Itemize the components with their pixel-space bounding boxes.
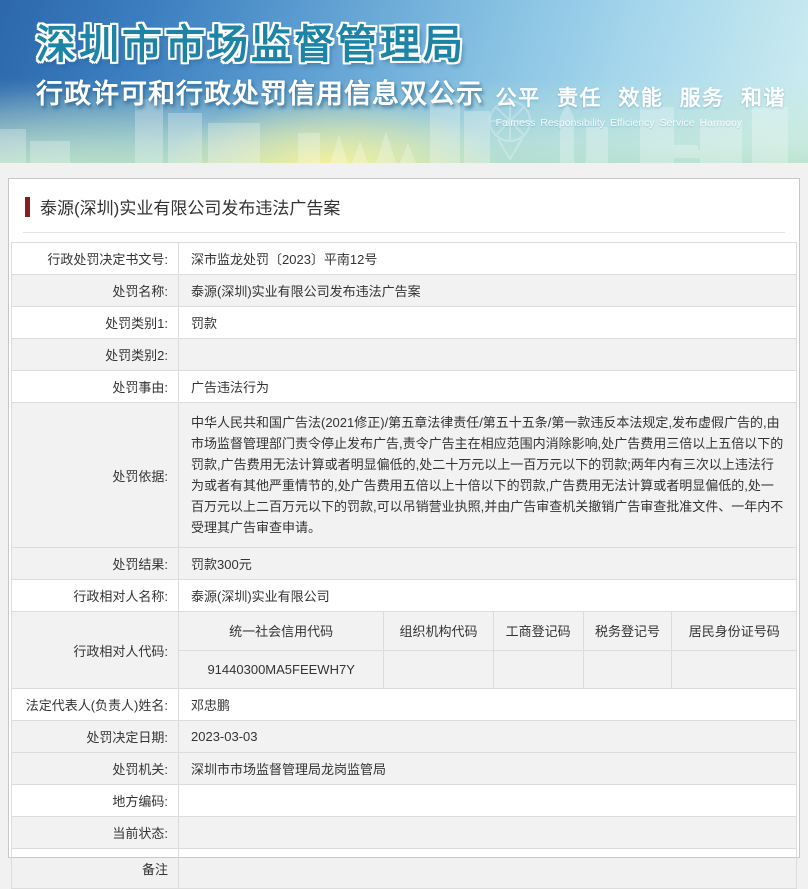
table-row-penalty-reason: 处罚事由: 广告违法行为 — [12, 371, 797, 403]
title-divider — [23, 232, 785, 233]
row-value: 中华人民共和国广告法(2021修正)/第五章法律责任/第五十五条/第一款违反本法… — [179, 403, 797, 548]
party-code-value-row: 91440300MA5FEEWH7Y — [179, 650, 796, 688]
party-code-cell: 统一社会信用代码 组织机构代码 工商登记码 税务登记号 居民身份证号码 9144… — [179, 612, 797, 689]
row-label: 当前状态: — [12, 817, 179, 849]
row-label: 行政处罚决定书文号: — [12, 243, 179, 275]
site-banner: 深圳市市场监督管理局 行政许可和行政处罚信用信息双公示 公平 责任 效能 服务 … — [0, 0, 808, 163]
row-label: 行政相对人代码: — [12, 612, 179, 689]
table-row-decision-date: 处罚决定日期: 2023-03-03 — [12, 721, 797, 753]
code-col-header: 工商登记码 — [493, 612, 583, 650]
table-row-current-status: 当前状态: — [12, 817, 797, 849]
table-row-party-name: 行政相对人名称: 泰源(深圳)实业有限公司 — [12, 580, 797, 612]
code-col-header: 居民身份证号码 — [672, 612, 796, 650]
party-code-header-row: 统一社会信用代码 组织机构代码 工商登记码 税务登记号 居民身份证号码 — [179, 612, 796, 650]
content-panel: 泰源(深圳)实业有限公司发布违法广告案 行政处罚决定书文号: 深市监龙处罚〔20… — [8, 178, 800, 858]
page-root: 深圳市市场监督管理局 行政许可和行政处罚信用信息双公示 公平 责任 效能 服务 … — [0, 0, 808, 858]
row-label: 处罚事由: — [12, 371, 179, 403]
row-label: 地方编码: — [12, 785, 179, 817]
row-label: 处罚机关: — [12, 753, 179, 785]
row-label: 处罚名称: — [12, 275, 179, 307]
case-title-block: 泰源(深圳)实业有限公司发布违法广告案 — [9, 179, 799, 232]
table-row-penalty-result: 处罚结果: 罚款300元 — [12, 548, 797, 580]
row-value — [179, 817, 797, 849]
code-col-value — [583, 650, 672, 688]
site-title: 深圳市市场监督管理局 — [36, 12, 466, 70]
row-value: 泰源(深圳)实业有限公司 — [179, 580, 797, 612]
row-label: 处罚结果: — [12, 548, 179, 580]
table-row-remarks: 备注 — [12, 849, 797, 889]
row-value — [179, 785, 797, 817]
code-col-header: 税务登记号 — [583, 612, 672, 650]
row-label: 处罚决定日期: — [12, 721, 179, 753]
code-col-value — [672, 650, 796, 688]
row-label: 处罚类别1: — [12, 307, 179, 339]
slogan-chinese: 公平 责任 效能 服务 和谐 — [496, 82, 786, 112]
table-row-local-code: 地方编码: — [12, 785, 797, 817]
table-row-party-codes: 行政相对人代码: 统一社会信用代码 组织机构代码 工商登记码 — [12, 612, 797, 689]
row-label: 备注 — [12, 849, 179, 889]
site-subtitle: 行政许可和行政处罚信用信息双公示 — [36, 72, 484, 111]
banner-slogan: 公平 责任 效能 服务 和谐 Faimess Responsibility Ef… — [496, 82, 786, 129]
slogan-english: Faimess Responsibility Efficiency Servic… — [496, 117, 786, 129]
row-value: 深市监龙处罚〔2023〕平南12号 — [179, 243, 797, 275]
code-col-value — [384, 650, 493, 688]
row-label: 处罚类别2: — [12, 339, 179, 371]
code-col-value: 91440300MA5FEEWH7Y — [179, 650, 384, 688]
table-row-penalty-category-2: 处罚类别2: — [12, 339, 797, 371]
row-value: 邓忠鹏 — [179, 689, 797, 721]
table-row-penalty-basis: 处罚依据: 中华人民共和国广告法(2021修正)/第五章法律责任/第五十五条/第… — [12, 403, 797, 548]
row-value — [179, 339, 797, 371]
table-row-penalty-authority: 处罚机关: 深圳市市场监督管理局龙岗监管局 — [12, 753, 797, 785]
code-col-header: 组织机构代码 — [384, 612, 493, 650]
row-value: 罚款 — [179, 307, 797, 339]
row-label: 处罚依据: — [12, 403, 179, 548]
table-row-decision-number: 行政处罚决定书文号: 深市监龙处罚〔2023〕平南12号 — [12, 243, 797, 275]
table-row-legal-representative: 法定代表人(负责人)姓名: 邓忠鹏 — [12, 689, 797, 721]
row-value: 泰源(深圳)实业有限公司发布违法广告案 — [179, 275, 797, 307]
title-accent-bar — [25, 197, 30, 217]
row-value: 罚款300元 — [179, 548, 797, 580]
row-value: 深圳市市场监督管理局龙岗监管局 — [179, 753, 797, 785]
penalty-detail-table: 行政处罚决定书文号: 深市监龙处罚〔2023〕平南12号 处罚名称: 泰源(深圳… — [11, 242, 797, 889]
row-value: 广告违法行为 — [179, 371, 797, 403]
table-row-penalty-category-1: 处罚类别1: 罚款 — [12, 307, 797, 339]
row-label: 行政相对人名称: — [12, 580, 179, 612]
table-row-penalty-name: 处罚名称: 泰源(深圳)实业有限公司发布违法广告案 — [12, 275, 797, 307]
code-col-value — [493, 650, 583, 688]
party-code-table: 统一社会信用代码 组织机构代码 工商登记码 税务登记号 居民身份证号码 9144… — [179, 612, 796, 688]
code-col-header: 统一社会信用代码 — [179, 612, 384, 650]
case-title: 泰源(深圳)实业有限公司发布违法广告案 — [40, 194, 340, 219]
row-value: 2023-03-03 — [179, 721, 797, 753]
row-label: 法定代表人(负责人)姓名: — [12, 689, 179, 721]
row-value — [179, 849, 797, 889]
